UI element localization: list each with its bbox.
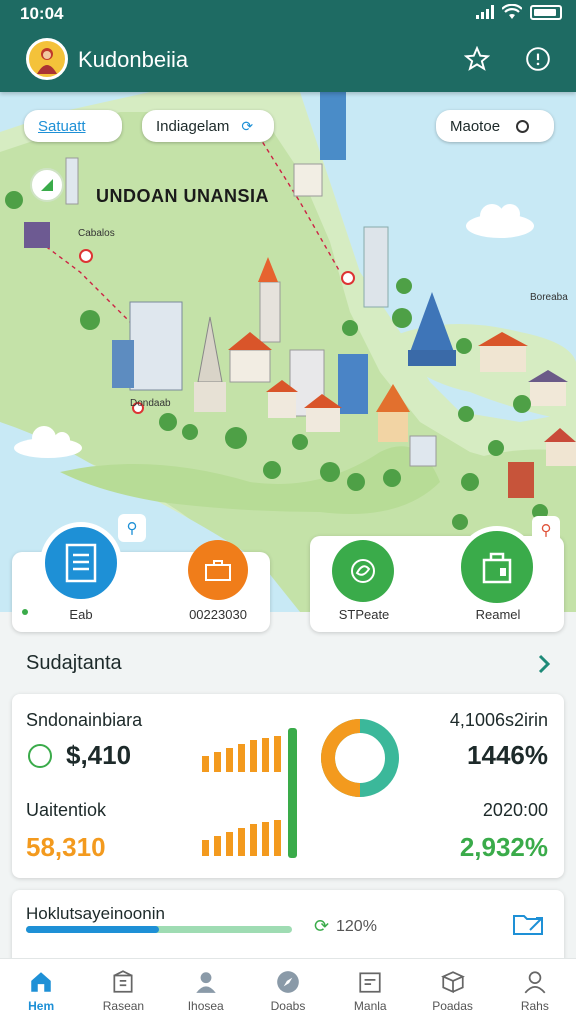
map-title: UNDOAN UNANSIA	[96, 186, 269, 206]
map-label-right: Boreaba	[530, 292, 568, 303]
nav-item-5[interactable]: Manla	[329, 959, 411, 1024]
avatar[interactable]	[26, 38, 68, 80]
action-label-4: Reamel	[475, 607, 521, 622]
leaf-icon	[351, 559, 375, 583]
folder-arrow-icon[interactable]	[512, 910, 548, 938]
action-label-1: Eab	[69, 607, 93, 622]
nav-item-4[interactable]: Doabs	[247, 959, 329, 1024]
profile-icon	[524, 971, 546, 994]
stat-right-label-2: 2020:00	[482, 800, 548, 820]
map-label-city-b: Dondaab	[130, 398, 171, 409]
nav-item-3[interactable]: Ihosea	[165, 959, 247, 1024]
progress-label: Hoklutsayeinoonin	[26, 904, 165, 923]
progress-percent: 120%	[336, 918, 377, 935]
stat-value-2: 58,310	[26, 832, 106, 862]
wifi-icon	[502, 4, 522, 19]
refresh-icon	[516, 119, 530, 133]
filter-chip-left[interactable]: Satuatt	[24, 110, 122, 142]
photo-search-icon[interactable]: ⚲	[532, 516, 560, 544]
status-icons	[476, 4, 562, 20]
stat-label-1: Sndonainbiara	[26, 710, 143, 730]
star-icon[interactable]	[462, 44, 492, 74]
chat-icon[interactable]	[523, 44, 553, 74]
nav-item-6[interactable]: Poadas	[411, 959, 493, 1024]
nav-label: Doabs	[270, 999, 306, 1013]
recycle-icon: ⟳	[314, 916, 330, 936]
nav-label: Rahs	[520, 999, 549, 1013]
section-title: Sudajtanta	[26, 652, 122, 674]
search-icon[interactable]: ⚲	[118, 514, 146, 542]
stat-right-label-1: 4,1006s2irin	[449, 710, 548, 730]
stat-label-2: Uaitentiok	[26, 800, 107, 820]
location-icon[interactable]	[30, 168, 64, 202]
status-time: 10:04	[20, 4, 64, 23]
filter-chip-middle-label: Indiagelam	[156, 117, 230, 135]
stat-right-value-1: 1446%	[467, 740, 548, 770]
app-title: Kudonbeiia	[78, 47, 189, 72]
compass-icon	[277, 971, 299, 993]
stats-card: Sndonainbiara $,410 Uaitentiok 58,310 4,…	[12, 694, 564, 878]
chevron-right-icon[interactable]	[532, 652, 556, 676]
bottom-nav: Hem Rasean Ihosea Doabs Manla Poadas Rah…	[0, 958, 576, 1024]
bag-icon	[482, 552, 512, 584]
nav-item-7[interactable]: Rahs	[494, 959, 576, 1024]
progress-card[interactable]: Hoklutsayeinoonin ⟳ 120%	[12, 890, 564, 960]
bar-graphic	[202, 728, 297, 858]
action-button-4[interactable]	[456, 526, 538, 608]
action-button-3[interactable]	[332, 540, 394, 602]
progress-track	[26, 926, 292, 933]
building-icon	[113, 970, 133, 993]
coin-icon	[28, 744, 52, 768]
stat-right-value-2: 2,932%	[459, 832, 548, 862]
nav-item-home[interactable]: Hem	[0, 959, 82, 1024]
battery-icon	[530, 4, 562, 20]
stat-value-1: $,410	[66, 740, 132, 770]
nav-label: Hem	[28, 999, 55, 1013]
briefcase-icon	[205, 560, 231, 581]
home-icon	[31, 972, 51, 992]
nav-label: Rasean	[102, 999, 145, 1013]
link-icon: ⟳	[241, 117, 254, 134]
progress-fill	[26, 926, 159, 933]
document-icon	[65, 543, 97, 583]
filter-chip-middle[interactable]: Indiagelam ⟳	[142, 110, 274, 142]
user-icon	[195, 972, 216, 993]
person-icon	[37, 48, 57, 74]
nav-label: Ihosea	[187, 999, 224, 1013]
nav-item-2[interactable]: Rasean	[82, 959, 164, 1024]
nav-label: Poadas	[432, 999, 473, 1013]
action-label-3: STPeate	[338, 607, 390, 622]
action-label-2: 00223030	[189, 607, 247, 622]
calendar-icon	[359, 972, 381, 993]
filter-chip-right-label: Maotoe	[450, 117, 501, 135]
map-label-city-a: Cabalos	[78, 228, 115, 239]
app-bar: 10:04 Kudonbeiia	[0, 0, 576, 92]
signal-icon	[476, 5, 494, 19]
filter-chip-right[interactable]: Maotoe	[436, 110, 554, 142]
action-button-1[interactable]	[40, 522, 122, 604]
box-icon	[440, 971, 465, 994]
nav-label: Manla	[353, 999, 387, 1013]
action-button-2[interactable]	[188, 540, 248, 600]
donut-chart	[321, 719, 399, 797]
